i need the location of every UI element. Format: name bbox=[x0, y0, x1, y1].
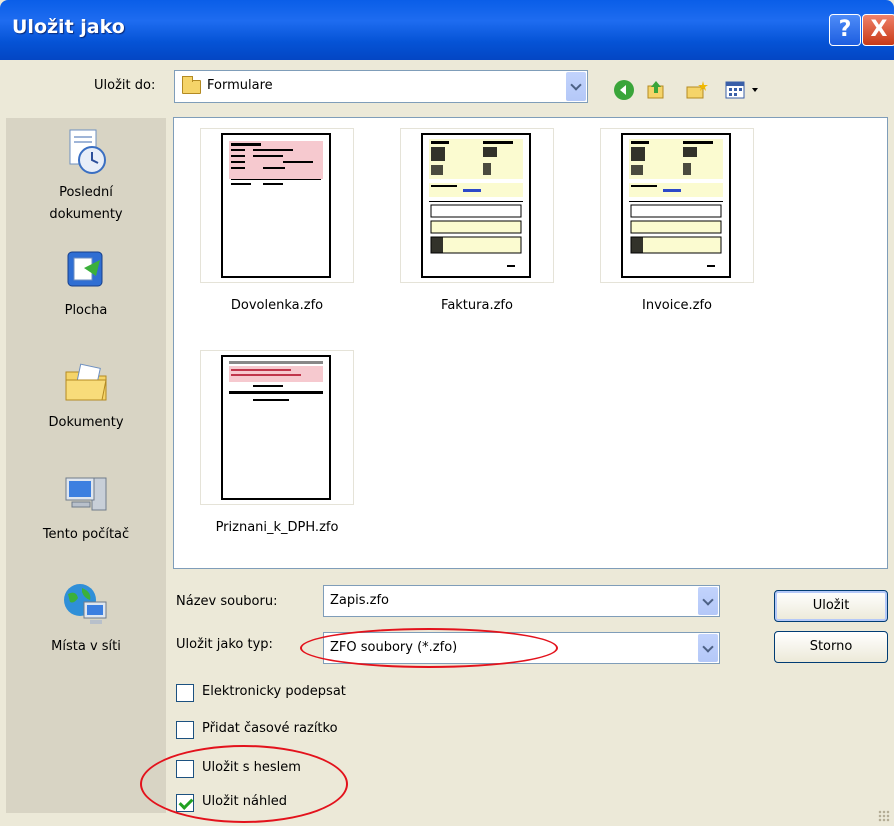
place-computer[interactable]: Tento počítač bbox=[6, 470, 166, 546]
view-menu-icon[interactable] bbox=[724, 79, 762, 101]
help-button[interactable]: ? bbox=[829, 14, 861, 46]
annotation-ellipse bbox=[300, 628, 558, 668]
file-item[interactable]: Faktura.zfo bbox=[400, 128, 554, 313]
file-item[interactable]: Priznani_k_DPH.zfo bbox=[200, 350, 354, 535]
chevron-down-icon[interactable] bbox=[698, 634, 718, 662]
filetype-label: Uložit jako typ: bbox=[176, 637, 273, 652]
checkbox-label: Elektronicky podepsat bbox=[202, 684, 346, 699]
file-item[interactable]: Dovolenka.zfo bbox=[200, 128, 354, 313]
place-label: Dokumenty bbox=[48, 415, 124, 430]
place-label: Tento počítač bbox=[42, 527, 130, 542]
place-label: Místa v síti bbox=[51, 639, 121, 654]
my-computer-icon bbox=[62, 470, 110, 518]
chevron-down-icon[interactable] bbox=[566, 72, 586, 101]
checkbox-box[interactable] bbox=[176, 721, 194, 739]
back-icon[interactable] bbox=[613, 79, 635, 101]
place-label: Poslední dokumenty bbox=[49, 185, 123, 222]
filename-label: Název souboru: bbox=[176, 594, 278, 609]
file-name: Dovolenka.zfo bbox=[230, 298, 324, 313]
places-bar: Poslední dokumenty Plocha Dokumenty Tento… bbox=[6, 118, 166, 813]
file-name: Invoice.zfo bbox=[642, 298, 712, 313]
file-thumbnail bbox=[200, 128, 354, 283]
file-list-view[interactable]: Dovolenka.zfo Faktura.zfo Invoice.zfo Pr… bbox=[173, 117, 888, 569]
filename-value: Zapis.zfo bbox=[330, 593, 389, 608]
save-in-combo[interactable]: Formulare bbox=[174, 70, 588, 103]
close-button[interactable]: X bbox=[862, 14, 894, 46]
title-bar: Uložit jako ? X bbox=[0, 0, 894, 60]
filename-input[interactable]: Zapis.zfo bbox=[323, 585, 720, 617]
up-folder-icon[interactable] bbox=[645, 79, 667, 101]
new-folder-icon[interactable] bbox=[685, 79, 708, 101]
file-item[interactable]: Invoice.zfo bbox=[600, 128, 754, 313]
cancel-button[interactable]: Storno bbox=[774, 631, 888, 663]
recent-documents-icon bbox=[62, 128, 110, 176]
resize-grip-icon[interactable] bbox=[878, 810, 890, 822]
place-label: Plocha bbox=[64, 303, 108, 318]
window-title: Uložit jako bbox=[12, 16, 125, 38]
file-name: Priznani_k_DPH.zfo bbox=[215, 520, 339, 535]
network-places-icon bbox=[62, 582, 110, 630]
place-desktop[interactable]: Plocha bbox=[6, 246, 166, 322]
checkbox-box[interactable] bbox=[176, 684, 194, 702]
annotation-ellipse bbox=[140, 745, 348, 823]
my-documents-icon bbox=[62, 358, 110, 406]
save-button[interactable]: Uložit bbox=[774, 590, 888, 622]
folder-icon bbox=[182, 76, 201, 94]
desktop-icon bbox=[62, 246, 110, 294]
place-documents[interactable]: Dokumenty bbox=[6, 358, 166, 434]
file-thumbnail bbox=[200, 350, 354, 505]
file-name: Faktura.zfo bbox=[441, 298, 513, 313]
save-in-label: Uložit do: bbox=[94, 78, 156, 93]
place-recent[interactable]: Poslední dokumenty bbox=[6, 128, 166, 226]
place-network[interactable]: Místa v síti bbox=[6, 582, 166, 658]
file-thumbnail bbox=[600, 128, 754, 283]
file-thumbnail bbox=[400, 128, 554, 283]
checkbox-label: Přidat časové razítko bbox=[202, 721, 338, 736]
chevron-down-icon[interactable] bbox=[698, 587, 718, 615]
save-in-value: Formulare bbox=[207, 78, 273, 93]
